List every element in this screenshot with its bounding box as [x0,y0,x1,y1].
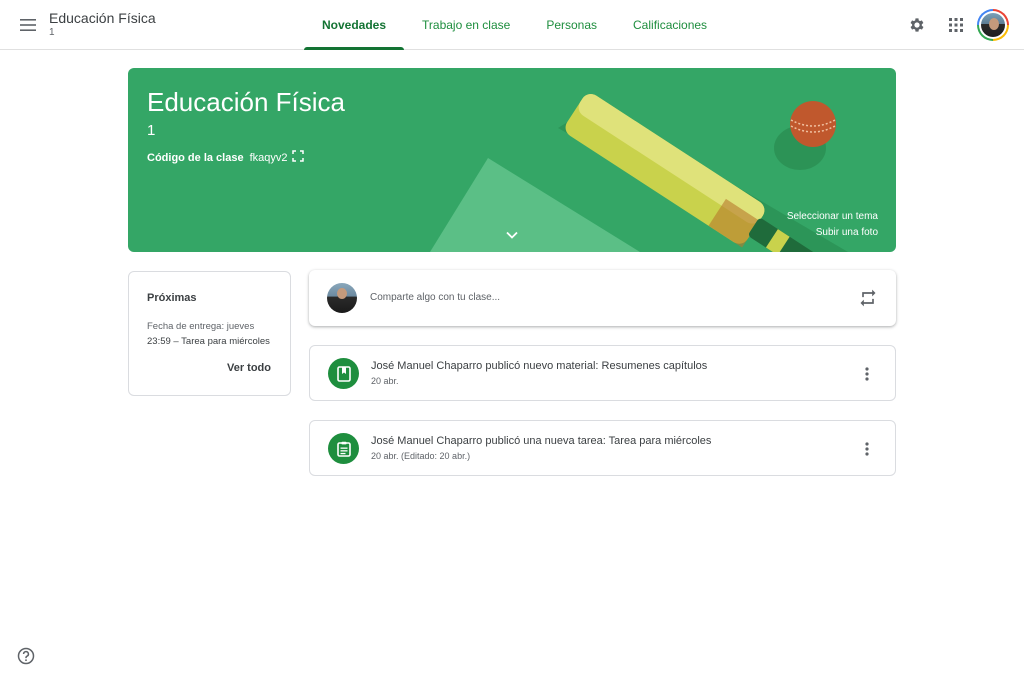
class-tabs: Novedades Trabajo en clase Personas Cali… [304,0,725,50]
apps-grid-icon [949,18,963,32]
upcoming-title: Próximas [147,292,197,304]
user-avatar [327,283,357,313]
main-menu-button[interactable] [14,11,42,39]
tab-personas[interactable]: Personas [528,0,615,50]
more-options-button[interactable] [857,439,877,459]
assignment-icon-badge [328,433,359,464]
material-icon [336,365,351,382]
banner-class-section: 1 [147,122,156,139]
class-code-value: fkaqyv2 [249,151,288,164]
class-banner: Educación Física 1 Código de la clase fk… [128,68,896,252]
share-placeholder: Comparte algo con tu clase... [370,292,501,303]
class-title-link[interactable]: Educación Física 1 [49,10,156,40]
expand-code-button[interactable] [291,150,304,165]
reuse-post-button[interactable] [858,288,878,308]
banner-class-name: Educación Física [147,87,345,117]
upcoming-due-date: Fecha de entrega: jueves [147,321,255,332]
assignment-icon [336,441,351,457]
view-all-button[interactable]: Ver todo [227,362,271,374]
upcoming-task-link[interactable]: 23:59 – Tarea para miércoles [147,336,275,347]
gear-icon [910,18,924,32]
more-options-button[interactable] [857,364,877,384]
fullscreen-icon [291,150,304,162]
class-name: Educación Física [49,10,156,26]
stream-item-date: 20 abr. [371,376,399,386]
help-icon [17,647,35,665]
top-app-bar: Educación Física 1 Novedades Trabajo en … [0,0,1024,50]
stream-item-date: 20 abr. (Editado: 20 abr.) [371,451,471,461]
stream-item-title: José Manuel Chaparro publicó una nueva t… [371,435,712,447]
tab-trabajo-en-clase[interactable]: Trabajo en clase [404,0,528,50]
tab-calificaciones[interactable]: Calificaciones [615,0,725,50]
menu-icon [20,19,36,31]
upload-photo-link[interactable]: Subir una foto [816,227,878,238]
class-settings-button[interactable] [904,12,930,38]
class-code: Código de la clase fkaqyv2 [147,150,304,165]
banner-expand-button[interactable] [505,228,519,247]
profile-photo [981,13,1005,37]
more-vert-icon [865,442,869,456]
select-theme-link[interactable]: Seleccionar un tema [787,211,878,222]
stream-item-title: José Manuel Chaparro publicó nuevo mater… [371,360,708,372]
share-with-class-box[interactable]: Comparte algo con tu clase... [309,270,896,326]
more-vert-icon [865,367,869,381]
account-avatar[interactable] [977,9,1009,41]
stream-item-assignment[interactable]: José Manuel Chaparro publicó una nueva t… [309,420,896,476]
material-icon-badge [328,358,359,389]
repeat-icon [860,289,876,307]
class-section: 1 [49,27,55,38]
tab-novedades[interactable]: Novedades [304,0,405,50]
chevron-down-icon [506,231,518,239]
upcoming-card: Próximas Fecha de entrega: jueves 23:59 … [128,271,291,396]
stream-item-material[interactable]: José Manuel Chaparro publicó nuevo mater… [309,345,896,401]
class-code-label: Código de la clase [147,151,244,164]
help-button[interactable] [17,647,35,665]
google-apps-button[interactable] [943,12,969,38]
